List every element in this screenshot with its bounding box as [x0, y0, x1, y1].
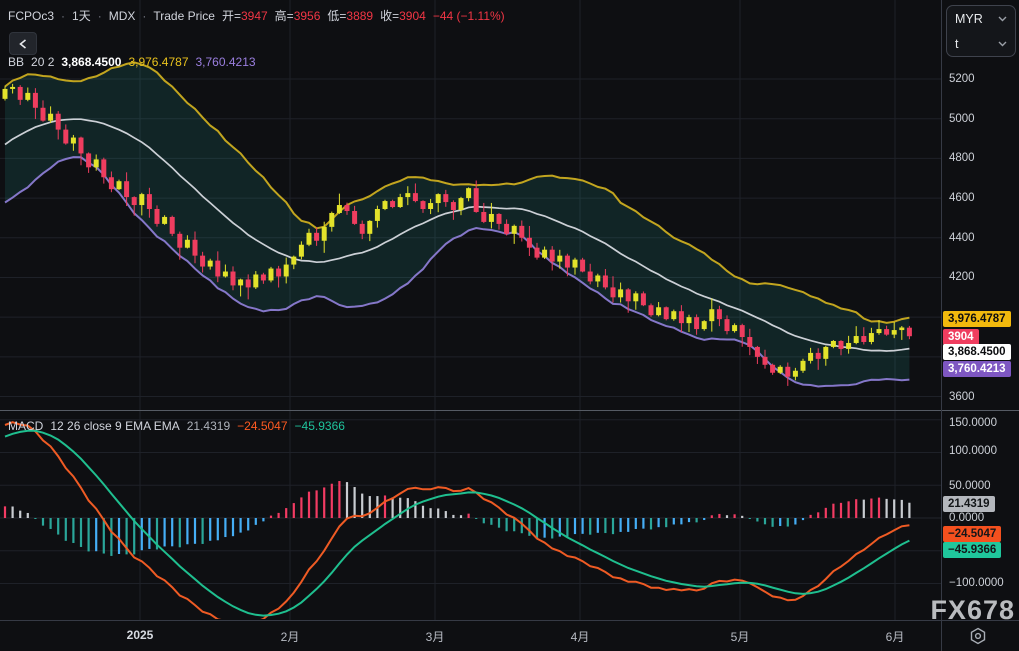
- unit-selector-panel: MYR t: [946, 5, 1016, 57]
- time-axis-label: 5月: [730, 630, 750, 644]
- chevron-down-icon: [998, 16, 1007, 21]
- axis-label: 50.0000: [949, 480, 991, 492]
- interval-label: 1天: [72, 9, 91, 23]
- chevron-down-icon: [998, 41, 1007, 46]
- macd-hist-value: 21.4319: [186, 419, 231, 433]
- currency-select[interactable]: MYR: [947, 6, 1015, 31]
- axis-label: 4600: [949, 192, 975, 204]
- symbol-legend: FCPOc3 · 1天 · MDX · Trade Price 开=3947 高…: [8, 7, 505, 24]
- bb-basis-value: 3,868.4500: [61, 55, 122, 69]
- chevron-left-icon: [19, 38, 26, 49]
- macd-pane: [0, 421, 941, 619]
- symbol-name: FCPOc3: [8, 8, 55, 23]
- bb-indicator-legend: BB 20 2 3,868.4500 3,976.4787 3,760.4213: [8, 55, 256, 69]
- time-axis[interactable]: 2025 2月 3月 4月 5月 6月: [0, 620, 1019, 651]
- time-axis-label: 3月: [425, 630, 445, 644]
- macd-indicator-legend: MACD 12 26 close 9 EMA EMA 21.4319 −24.5…: [8, 419, 345, 433]
- bb-upper-tag: 3,976.4787: [943, 311, 1011, 327]
- separator: ·: [61, 8, 66, 23]
- ohlc-open: 开=3947: [221, 9, 268, 23]
- axis-label: 3600: [949, 391, 975, 403]
- exchange-label: MDX: [108, 8, 136, 23]
- axis-label: −100.0000: [949, 577, 1004, 589]
- price-type-label: Trade Price: [153, 8, 215, 23]
- currency-value: MYR: [955, 11, 983, 26]
- time-axis-label: 4月: [570, 630, 590, 644]
- bb-lower-tag: 3,760.4213: [943, 361, 1011, 377]
- axis-label: 100.0000: [949, 445, 997, 457]
- macd-signal-tag: −45.9366: [943, 542, 1002, 558]
- pane-divider[interactable]: [0, 410, 1019, 411]
- macd-title: MACD: [8, 419, 44, 433]
- back-button[interactable]: [9, 32, 37, 55]
- axis-label: 5200: [949, 73, 975, 85]
- bb-params: 20 2: [31, 55, 55, 69]
- chart-settings-icon[interactable]: [967, 625, 989, 647]
- ohlc-low: 低=3889: [327, 9, 374, 23]
- macd-line-tag: −24.5047: [943, 526, 1002, 542]
- bb-basis-tag: 3,868.4500: [943, 344, 1011, 360]
- macd-params: 12 26 close 9 EMA EMA: [50, 419, 180, 433]
- axis-label: 150.0000: [949, 417, 997, 429]
- time-axis-label: 2025: [126, 628, 154, 642]
- time-axis-label: 2月: [280, 630, 300, 644]
- bb-lower-value: 3,760.4213: [195, 55, 256, 69]
- macd-line-value: −24.5047: [237, 419, 288, 433]
- axis-label: 5000: [949, 113, 975, 125]
- unit-value: t: [955, 36, 959, 51]
- time-axis-label: 6月: [885, 630, 905, 644]
- last-price-tag: 3904: [943, 329, 979, 345]
- separator: ·: [97, 8, 102, 23]
- ohlc-close: 收=3904: [380, 9, 426, 23]
- price-macd-canvas[interactable]: [0, 0, 941, 620]
- macd-hist-tag: 21.4319: [943, 496, 995, 512]
- chart-window: FCPOc3 · 1天 · MDX · Trade Price 开=3947 高…: [0, 0, 1019, 651]
- price-axis[interactable]: 5200 5000 4800 4600 4400 4200 3600 150.0000 100.…: [941, 0, 1019, 620]
- watermark: FX678: [930, 595, 1015, 625]
- ohlc-high: 高=3956: [274, 9, 321, 23]
- macd-signal-value: −45.9366: [294, 419, 345, 433]
- axis-label: 4200: [949, 271, 975, 283]
- bb-upper-value: 3,976.4787: [128, 55, 189, 69]
- separator: ·: [142, 8, 147, 23]
- axis-label: 4800: [949, 152, 975, 164]
- unit-select[interactable]: t: [947, 31, 1015, 56]
- change-value: −44 (−1.11%): [432, 8, 505, 23]
- axis-label: 4400: [949, 232, 975, 244]
- axis-label: 0.0000: [949, 512, 985, 524]
- bb-title: BB: [8, 55, 25, 69]
